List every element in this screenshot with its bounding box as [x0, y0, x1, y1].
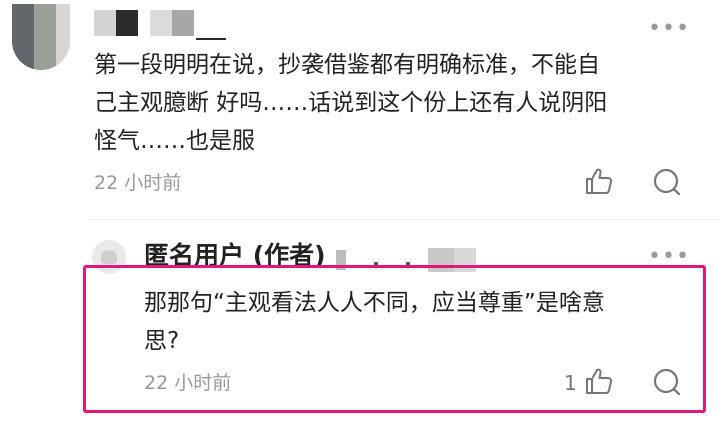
- thumbs-up-icon[interactable]: [584, 166, 614, 196]
- more-dots-icon[interactable]: •••: [648, 18, 690, 40]
- comment-line: 己主观臆断 好吗……话说到这个份上还有人说阴阳: [94, 90, 608, 116]
- comment-timestamp: 22 小时前: [94, 172, 182, 194]
- commenter-name-redacted[interactable]: [94, 6, 234, 42]
- more-dots-icon[interactable]: •••: [648, 246, 690, 268]
- comment-line: 第一段明明在说，抄袭借鉴都有明确标准，不能自: [94, 52, 600, 78]
- comment-bubble-icon[interactable]: [652, 167, 682, 197]
- commenter-avatar[interactable]: [12, 4, 70, 70]
- highlight-box: [83, 265, 706, 413]
- comment-line: 怪气……也是服: [94, 128, 255, 154]
- divider: [88, 219, 720, 220]
- comment-body: 第一段明明在说，抄袭借鉴都有明确标准，不能自 己主观臆断 好吗……话说到这个份上…: [94, 46, 694, 160]
